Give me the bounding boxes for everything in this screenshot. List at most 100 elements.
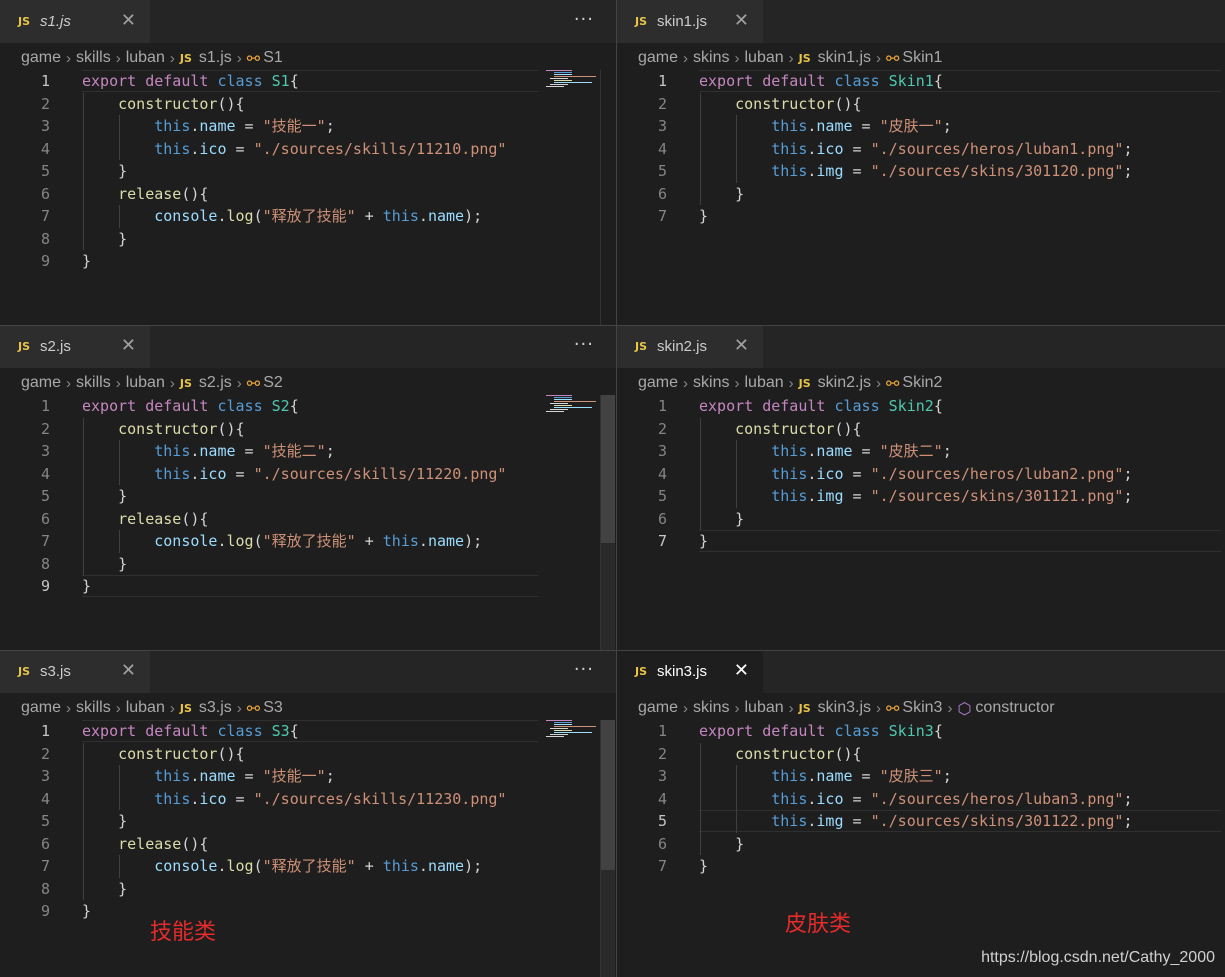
vertical-splitter[interactable] xyxy=(616,0,617,977)
code-text: constructor(){ xyxy=(699,743,861,765)
more-actions-icon[interactable]: ··· xyxy=(574,659,594,680)
close-icon[interactable]: ✕ xyxy=(734,661,749,681)
code-token: (){ xyxy=(181,184,209,203)
minimap[interactable] xyxy=(546,70,596,90)
breadcrumb-item[interactable]: game xyxy=(638,374,678,392)
code-token: ); xyxy=(464,207,483,225)
tab-skin2[interactable]: JS skin2.js ✕ xyxy=(617,325,763,368)
breadcrumb-item[interactable]: skills xyxy=(76,49,111,67)
code-token: = xyxy=(843,812,871,830)
breadcrumb-item[interactable]: luban xyxy=(744,374,783,392)
line-number: 7 xyxy=(657,207,667,225)
breadcrumb-item[interactable]: skin2.js xyxy=(818,374,871,392)
code-line: 1 export default class S1{ xyxy=(0,70,616,92)
code-text: } xyxy=(82,900,91,922)
minimap-line xyxy=(554,76,596,77)
breadcrumb-item[interactable]: game xyxy=(21,49,61,67)
code-token: { xyxy=(933,722,943,740)
minimap-line xyxy=(550,734,568,735)
code-token: ; xyxy=(325,117,335,135)
code-editor[interactable]: 1 export default class Skin3{2 constructo… xyxy=(617,720,1225,977)
code-token: = xyxy=(843,162,871,180)
horizontal-splitter-bottom[interactable] xyxy=(0,650,1225,651)
breadcrumb-item[interactable]: s1.js xyxy=(199,49,232,67)
code-line: 3 this.name = "皮肤三"; xyxy=(617,765,1225,787)
code-token: "./sources/heros/luban1.png" xyxy=(870,139,1124,158)
code-token: this xyxy=(154,117,191,135)
more-actions-icon[interactable]: ··· xyxy=(574,334,594,355)
line-number: 9 xyxy=(40,577,50,595)
breadcrumb: game › skins › luban › JS skin3.js › ⚯ Skin3 › ⬡ cons… xyxy=(638,696,1055,720)
breadcrumb-item[interactable]: S2 xyxy=(263,374,283,392)
more-actions-icon[interactable]: ··· xyxy=(574,9,594,30)
code-line: 6 release(){ xyxy=(0,833,616,855)
line-number: 3 xyxy=(657,767,667,785)
breadcrumb-item[interactable]: S1 xyxy=(263,49,283,67)
code-token: this xyxy=(771,767,808,785)
breadcrumb-item[interactable]: game xyxy=(21,699,61,717)
breadcrumb-item[interactable]: skills xyxy=(76,699,111,717)
close-icon[interactable]: ✕ xyxy=(121,336,136,356)
code-editor[interactable]: 1 export default class S2{2 constructor()… xyxy=(0,395,616,650)
code-editor[interactable]: 1 export default class Skin1{2 constructo… xyxy=(617,70,1225,325)
tab-skin3[interactable]: JS skin3.js ✕ xyxy=(617,650,763,693)
minimap[interactable] xyxy=(546,395,596,415)
tab-s2[interactable]: JS s2.js ✕ xyxy=(0,325,150,368)
code-token: class xyxy=(217,72,263,90)
code-token: console xyxy=(154,207,218,225)
code-text: } xyxy=(699,855,708,877)
breadcrumb-item[interactable]: game xyxy=(638,699,678,717)
breadcrumb-item[interactable]: s2.js xyxy=(199,374,232,392)
chevron-right-icon: › xyxy=(734,49,740,67)
code-editor[interactable]: 1 export default class S3{2 constructor()… xyxy=(0,720,616,977)
close-icon[interactable]: ✕ xyxy=(734,336,749,356)
breadcrumb-item[interactable]: luban xyxy=(126,699,165,717)
tab-s3[interactable]: JS s3.js ✕ xyxy=(0,650,150,693)
breadcrumb-item[interactable]: luban xyxy=(126,49,165,67)
breadcrumb-item[interactable]: luban xyxy=(744,49,783,67)
tab-skin1[interactable]: JS skin1.js ✕ xyxy=(617,0,763,43)
code-token: constructor xyxy=(735,94,835,113)
line-number: 6 xyxy=(40,834,50,853)
code-editor[interactable]: 1 export default class S1{2 constructor()… xyxy=(0,70,616,325)
scrollbar-thumb[interactable] xyxy=(601,395,615,543)
breadcrumb-item[interactable]: luban xyxy=(744,699,783,717)
breadcrumb-item[interactable]: constructor xyxy=(975,699,1054,717)
code-token: "释放了技能" xyxy=(262,857,356,875)
scrollbar-thumb[interactable] xyxy=(601,720,615,870)
code-editor[interactable]: 1 export default class Skin2{2 constructo… xyxy=(617,395,1225,650)
tab-s1[interactable]: JS s1.js ✕ xyxy=(0,0,150,43)
class-symbol-icon: ⚯ xyxy=(886,698,900,718)
breadcrumb-item[interactable]: skills xyxy=(76,374,111,392)
code-token: "释放了技能" xyxy=(262,207,356,225)
breadcrumb-item[interactable]: s3.js xyxy=(199,699,232,717)
vertical-scrollbar[interactable] xyxy=(600,70,615,325)
horizontal-splitter-top[interactable] xyxy=(0,325,1225,326)
minimap[interactable] xyxy=(546,720,596,740)
code-token: this xyxy=(771,117,808,135)
close-icon[interactable]: ✕ xyxy=(121,661,136,681)
close-icon[interactable]: ✕ xyxy=(121,11,136,31)
minimap-line xyxy=(550,409,568,410)
breadcrumb-item[interactable]: Skin3 xyxy=(902,699,942,717)
breadcrumb-item[interactable]: Skin2 xyxy=(902,374,942,392)
breadcrumb-item[interactable]: S3 xyxy=(263,699,283,717)
close-icon[interactable]: ✕ xyxy=(734,11,749,31)
breadcrumb-item[interactable]: skin1.js xyxy=(818,49,871,67)
breadcrumb-item[interactable]: skins xyxy=(693,699,729,717)
code-text: console.log("释放了技能" + this.name); xyxy=(82,855,482,877)
breadcrumb-item[interactable]: skins xyxy=(693,374,729,392)
breadcrumb-item[interactable]: game xyxy=(21,374,61,392)
breadcrumb-item[interactable]: Skin1 xyxy=(902,49,942,67)
breadcrumb-item[interactable]: game xyxy=(638,49,678,67)
code-line: 7 console.log("释放了技能" + this.name); xyxy=(0,530,616,552)
vertical-scrollbar[interactable] xyxy=(600,720,615,977)
vertical-scrollbar[interactable] xyxy=(600,395,615,650)
breadcrumb-item[interactable]: skin3.js xyxy=(818,699,871,717)
tab-bar: JS skin2.js ✕ xyxy=(617,325,1225,368)
code-token: "./sources/skills/11230.png" xyxy=(253,789,507,808)
breadcrumb-item[interactable]: luban xyxy=(126,374,165,392)
code-token: ; xyxy=(942,767,952,785)
breadcrumb-item[interactable]: skins xyxy=(693,49,729,67)
